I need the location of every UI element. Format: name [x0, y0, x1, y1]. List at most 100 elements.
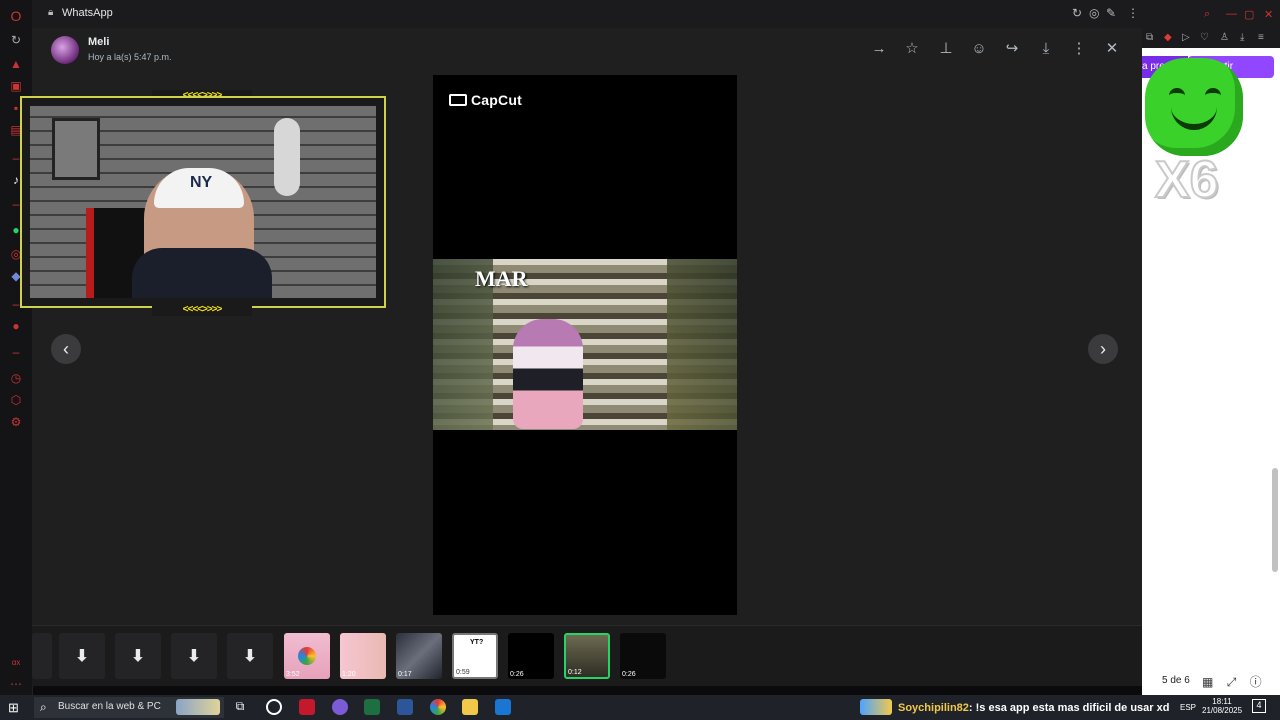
capcut-logo: CapCut — [449, 92, 522, 108]
extensions-icon[interactable]: ⬡ — [8, 392, 24, 408]
close-icon[interactable]: ✕ — [1103, 40, 1121, 58]
menu-icon[interactable]: ⋮ — [1127, 6, 1139, 20]
contact-name[interactable]: Meli — [88, 36, 109, 48]
more-icon[interactable]: ⋮ — [1070, 40, 1088, 58]
chevron-left-icon: ‹ — [63, 339, 69, 359]
media-thumb[interactable]: 3:52 — [284, 633, 330, 679]
video-duration: 0:12 — [568, 669, 582, 676]
emote-eye — [1169, 88, 1185, 103]
settings-icon[interactable]: ◎ — [1089, 6, 1099, 20]
video-duration: 0:26 — [510, 671, 524, 678]
user-icon[interactable]: ♙ — [1220, 32, 1229, 43]
video-duration: 0:59 — [456, 669, 470, 676]
download-thumb[interactable] — [32, 633, 52, 679]
next-button[interactable]: › — [1088, 334, 1118, 364]
tray-icons[interactable] — [860, 699, 892, 715]
video-duration: 1:20 — [342, 671, 356, 678]
webcam-chevron-bottom: <<<<>>>> — [152, 304, 252, 316]
windows-start-icon[interactable]: ⊞ — [8, 700, 19, 716]
help-icon[interactable]: ⓘ — [1250, 675, 1262, 689]
previous-button[interactable]: ‹ — [51, 334, 81, 364]
ai-icon[interactable]: αx — [8, 654, 24, 670]
clock-time: 18:11 — [1212, 697, 1232, 706]
message-timestamp: Hoy a la(s) 5:47 p.m. — [88, 52, 172, 62]
download-thumb[interactable]: ⬇ — [171, 633, 217, 679]
close-icon[interactable]: ✕ — [1264, 8, 1273, 21]
obs-icon[interactable] — [266, 699, 282, 715]
excel-icon[interactable] — [364, 699, 380, 715]
minimize-icon[interactable]: — — [1226, 8, 1237, 20]
pin-icon[interactable]: ✎ — [1106, 6, 1116, 20]
emoji-icon[interactable]: ☺ — [970, 40, 988, 58]
record-icon[interactable]: ● — [8, 318, 24, 334]
person-figure — [513, 319, 583, 429]
system-clock[interactable]: 18:11 21/08/2025 — [1202, 697, 1242, 715]
opera-icon[interactable] — [299, 699, 315, 715]
wall-picture — [52, 118, 100, 180]
search-icon[interactable]: ⌕ — [1204, 8, 1210, 21]
download-icon[interactable]: ⤓ — [1240, 32, 1244, 43]
smiley-emote — [1145, 58, 1243, 156]
cap-logo: NY — [190, 174, 213, 191]
file-explorer-icon[interactable] — [462, 699, 478, 715]
emote-mouth — [1171, 106, 1217, 130]
window-titlebar: 🔒︎ WhatsApp ↻ ◎ ✎ ⋮ — [32, 0, 1142, 28]
star-icon[interactable]: ☆ — [903, 40, 921, 58]
arrow-down-icon: ⬇ — [187, 648, 201, 665]
video-duration: 3:52 — [286, 671, 300, 678]
lock-icon: 🔒︎ — [48, 7, 54, 18]
scrollbar[interactable] — [1272, 468, 1278, 572]
messenger-icon[interactable] — [332, 699, 348, 715]
chevron-right-icon: › — [1100, 339, 1106, 359]
pin-icon[interactable]: ⊥ — [937, 40, 955, 58]
window-title: WhatsApp — [62, 7, 113, 19]
viewer-tools: ▦ ⤢ ⓘ — [1202, 673, 1262, 690]
shield-icon[interactable]: ◆ — [1164, 32, 1172, 43]
download-thumb[interactable]: ⬇ — [59, 633, 105, 679]
forward-icon[interactable]: → — [870, 40, 888, 58]
download-thumb[interactable]: ⬇ — [115, 633, 161, 679]
history-icon[interactable]: ◷ — [8, 370, 24, 386]
media-thumb-selected[interactable]: 0:12 — [564, 633, 610, 679]
snapshot-icon[interactable]: ⧉ — [1146, 32, 1153, 43]
heart-icon[interactable]: ♡ — [1200, 32, 1209, 43]
settings-icon[interactable]: ⚙ — [8, 414, 24, 430]
microphone — [274, 118, 300, 196]
media-thumb[interactable]: 0:26 — [508, 633, 554, 679]
menu-icon[interactable]: ≡ — [1258, 32, 1264, 43]
word-icon[interactable] — [397, 699, 413, 715]
reload-icon[interactable]: ↻ — [8, 32, 24, 48]
expand-icon[interactable]: ⤢ — [1227, 675, 1237, 689]
media-thumb[interactable]: 0:17 — [396, 633, 442, 679]
notifications-icon[interactable]: 4 — [1252, 699, 1266, 713]
more-icon[interactable]: ⋯ — [8, 676, 24, 692]
reload-icon[interactable]: ↻ — [1072, 6, 1082, 20]
avatar[interactable] — [51, 36, 79, 64]
grid-icon[interactable]: ▦ — [1202, 675, 1213, 689]
chrome-icon[interactable] — [430, 699, 446, 715]
bird-widget[interactable] — [176, 699, 220, 715]
thumb-text: YT? — [470, 639, 484, 646]
media-thumb[interactable]: YT? 0:59 — [452, 633, 498, 679]
task-view-icon[interactable]: ⧉ — [232, 699, 248, 715]
play-icon[interactable]: ▷ — [1182, 32, 1190, 43]
media-player-icon[interactable] — [495, 699, 511, 715]
download-icon[interactable]: ⤓ — [1037, 40, 1055, 58]
media-thumb[interactable]: 0:26 — [620, 633, 666, 679]
arrow-down-icon: ⬇ — [243, 648, 257, 665]
maximize-icon[interactable]: ▢ — [1244, 8, 1254, 21]
emote-eye — [1205, 88, 1221, 103]
video-duration: 0:26 — [622, 671, 636, 678]
media-thumb[interactable]: 1:20 — [340, 633, 386, 679]
opera-logo-icon[interactable]: O — [8, 8, 24, 24]
aria-icon[interactable]: ▲ — [8, 56, 24, 72]
share-icon[interactable]: ↪ — [1003, 40, 1021, 58]
download-thumb[interactable]: ⬇ — [227, 633, 273, 679]
bag-icon[interactable]: ▣ — [8, 78, 24, 94]
chat-username: Soychipilin82 — [898, 702, 969, 714]
webcam-overlay: NY — [20, 96, 386, 308]
input-language[interactable]: ESP — [1180, 703, 1196, 712]
combo-multiplier: X6 — [1154, 150, 1220, 210]
streamer-shirt — [132, 248, 272, 298]
chat-overlay-message: Soychipilin82: !s esa app esta mas dific… — [898, 702, 1169, 714]
